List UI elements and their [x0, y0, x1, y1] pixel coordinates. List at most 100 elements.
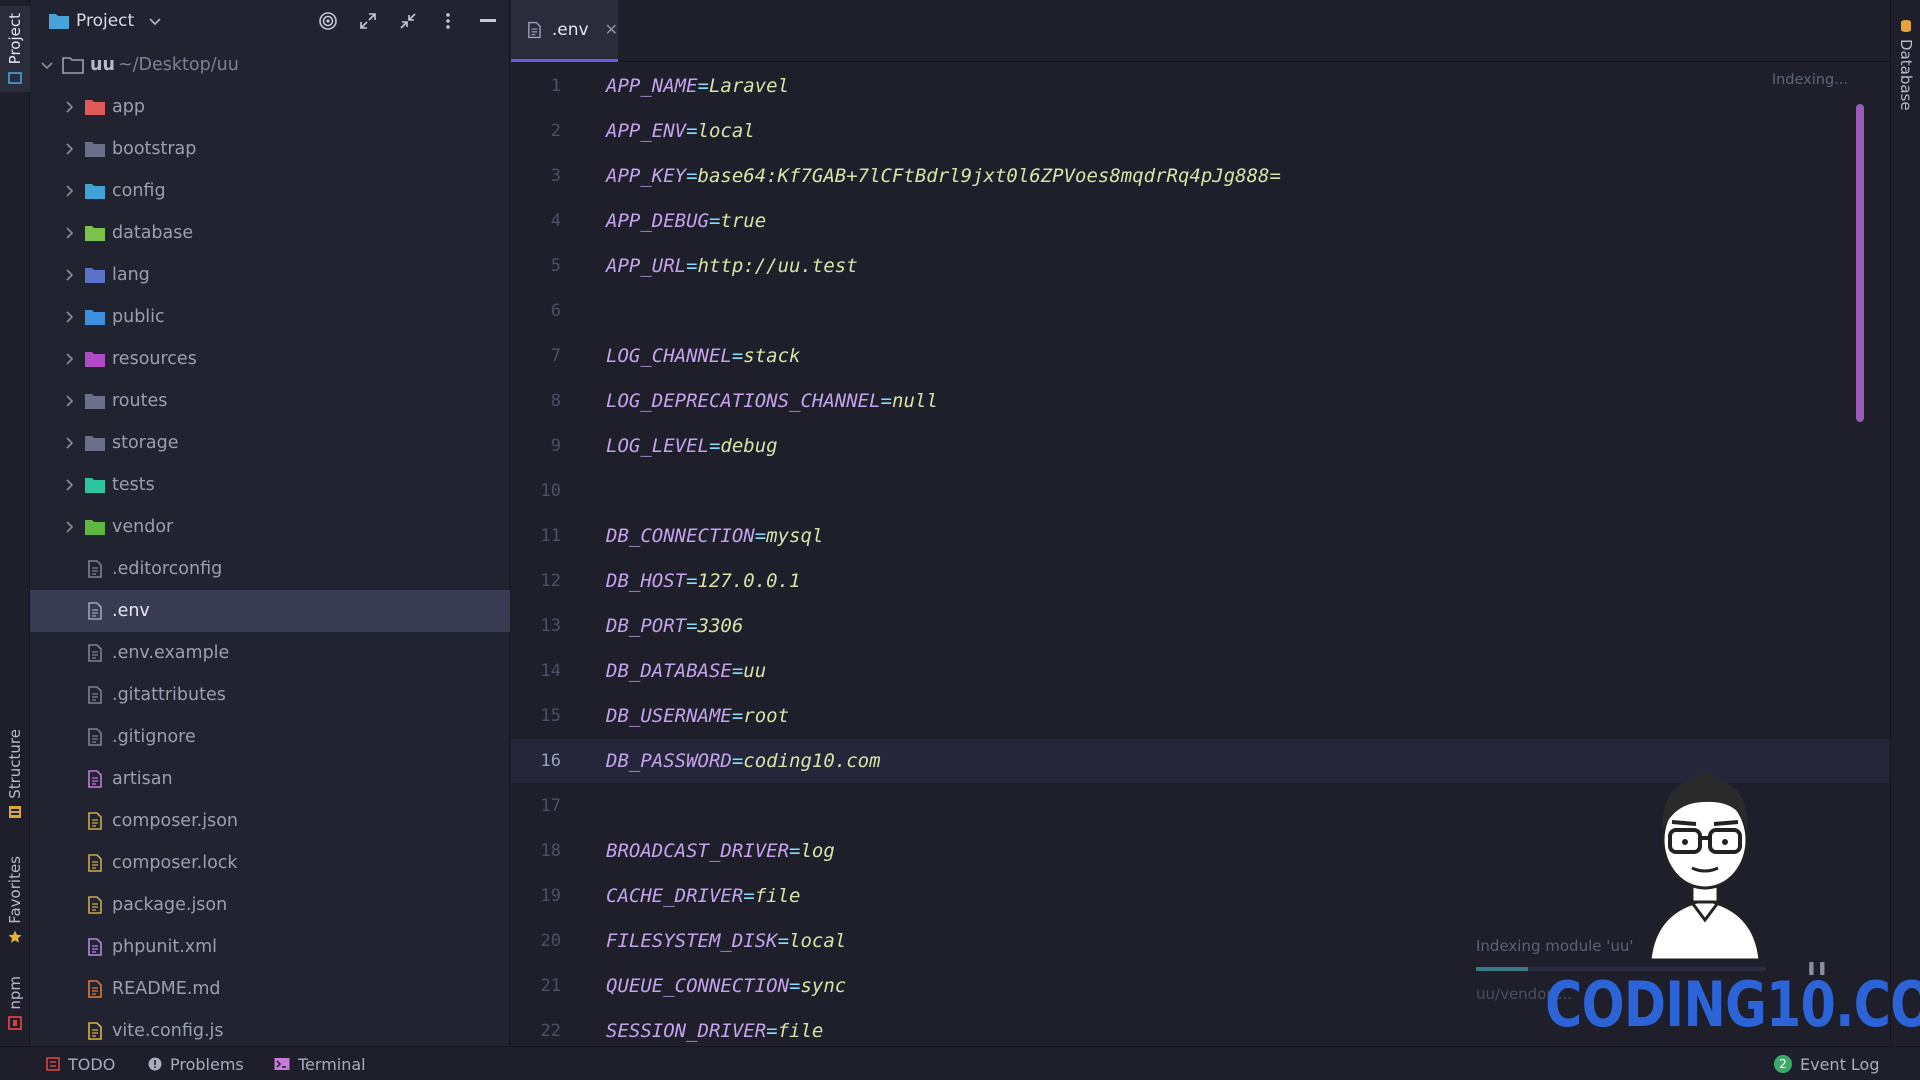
tree-item-bootstrap[interactable]: bootstrap: [30, 128, 510, 170]
code-line[interactable]: 5 APP_URL=http://uu.test: [511, 244, 1889, 288]
tree-item-tests[interactable]: tests: [30, 464, 510, 506]
tree-item-composer-lock[interactable]: composer.lock: [30, 842, 510, 884]
tool-tab-structure[interactable]: Structure: [0, 722, 30, 826]
indexing-progress-fill: [1476, 967, 1529, 971]
line-number: 11: [540, 526, 561, 546]
chevron-right-icon[interactable]: [62, 436, 76, 450]
line-number: 13: [540, 616, 561, 636]
chevron-right-icon[interactable]: [62, 142, 76, 156]
chevron-right-icon[interactable]: [62, 478, 76, 492]
editor-tab-env[interactable]: .env ✕: [511, 0, 618, 62]
file-icon: [88, 644, 102, 662]
env-value: log: [800, 840, 835, 862]
tree-item-dot-env-example[interactable]: .env.example: [30, 632, 510, 674]
bottom-tool-bar: TODO Problems Terminal 2 Event Log: [0, 1046, 1920, 1080]
chevron-right-icon[interactable]: [62, 226, 76, 240]
tree-item-dot-gitignore[interactable]: .gitignore: [30, 716, 510, 758]
tree-item-label: .editorconfig: [112, 559, 223, 579]
code-line[interactable]: 14 DB_DATABASE=uu: [511, 649, 1889, 693]
collapse-all-button[interactable]: [397, 10, 419, 32]
right-tool-strip: Database: [1890, 0, 1920, 1046]
folder-icon: [85, 226, 105, 241]
chevron-right-icon[interactable]: [62, 310, 76, 324]
chevron-right-icon[interactable]: [62, 352, 76, 366]
tree-item-resources[interactable]: resources: [30, 338, 510, 380]
file-icon: [528, 21, 541, 38]
tree-item-phpunit-xml[interactable]: phpunit.xml: [30, 926, 510, 968]
tool-tab-project[interactable]: Project: [0, 6, 30, 92]
code-line[interactable]: 3 APP_KEY=base64:Kf7GAB+7lCFtBdrl9jxt0l6Z…: [511, 154, 1889, 198]
code-line[interactable]: 9 LOG_LEVEL=debug: [511, 424, 1889, 468]
tree-item-app[interactable]: app: [30, 86, 510, 128]
close-icon[interactable]: ✕: [605, 20, 618, 39]
line-number: 9: [550, 436, 561, 456]
code-line[interactable]: 10: [511, 469, 1889, 513]
tree-item-dot-gitattributes[interactable]: .gitattributes: [30, 674, 510, 716]
tool-tab-database[interactable]: Database: [1891, 10, 1920, 120]
tree-item-label: package.json: [112, 895, 228, 915]
env-key: APP_KEY: [606, 165, 687, 187]
tree-item-database[interactable]: database: [30, 212, 510, 254]
chevron-right-icon[interactable]: [62, 184, 76, 198]
file-icon: [88, 560, 102, 578]
env-value: root: [743, 705, 790, 727]
chevron-right-icon[interactable]: [62, 394, 76, 408]
event-log-tab[interactable]: 2 Event Log: [1774, 1047, 1880, 1080]
todo-tab[interactable]: TODO: [46, 1047, 115, 1080]
tool-tab-favorites[interactable]: Favorites: [0, 850, 30, 950]
chevron-right-icon[interactable]: [62, 100, 76, 114]
chevron-right-icon[interactable]: [62, 520, 76, 534]
env-value: null: [892, 390, 938, 412]
tree-item-public[interactable]: public: [30, 296, 510, 338]
tree-item-dot-editorconfig[interactable]: .editorconfig: [30, 548, 510, 590]
tree-item-storage[interactable]: storage: [30, 422, 510, 464]
tool-tab-npm[interactable]: npm: [0, 970, 30, 1036]
file-icon: [88, 980, 102, 998]
hide-panel-button[interactable]: [477, 10, 499, 32]
options-menu-button[interactable]: [437, 10, 459, 32]
tree-item-composer-json[interactable]: composer.json: [30, 800, 510, 842]
env-equals: =: [777, 930, 790, 952]
tree-item-artisan[interactable]: artisan: [30, 758, 510, 800]
chevron-down-icon[interactable]: [148, 14, 162, 28]
env-key: DB_DATABASE: [606, 660, 732, 682]
code-line[interactable]: 13 DB_PORT=3306: [511, 604, 1889, 648]
terminal-tab[interactable]: Terminal: [274, 1047, 366, 1080]
tree-item-label: artisan: [112, 769, 173, 789]
env-key: QUEUE_CONNECTION: [606, 975, 790, 997]
tree-item-package-json[interactable]: package.json: [30, 884, 510, 926]
folder-icon: [85, 184, 105, 199]
tree-item-routes[interactable]: routes: [30, 380, 510, 422]
line-number: 12: [540, 571, 561, 591]
locate-file-button[interactable]: [317, 10, 339, 32]
problems-tab[interactable]: Problems: [148, 1047, 244, 1080]
code-line[interactable]: 4 APP_DEBUG=true: [511, 199, 1889, 243]
env-entry: DB_PASSWORD=coding10.com: [606, 750, 881, 772]
star-icon: [8, 930, 22, 943]
problems-label: Problems: [170, 1054, 244, 1074]
code-line[interactable]: 6: [511, 289, 1889, 333]
tree-item-dot-env[interactable]: .env: [30, 590, 510, 632]
tree-root-uu[interactable]: uu ~/Desktop/uu: [30, 44, 510, 86]
tree-item-config[interactable]: config: [30, 170, 510, 212]
code-line[interactable]: 7 LOG_CHANNEL=stack: [511, 334, 1889, 378]
env-key: FILESYSTEM_DISK: [606, 930, 778, 952]
env-entry: DB_HOST=127.0.0.1: [606, 570, 800, 592]
tree-root-path: ~/Desktop/uu: [118, 55, 239, 75]
tree-item-lang[interactable]: lang: [30, 254, 510, 296]
env-key: DB_CONNECTION: [606, 525, 755, 547]
code-line[interactable]: 15 DB_USERNAME=root: [511, 694, 1889, 738]
file-icon: [88, 854, 102, 872]
env-entry: APP_URL=http://uu.test: [606, 255, 858, 277]
tree-item-readme-md[interactable]: README.md: [30, 968, 510, 1010]
folder-icon: [85, 394, 105, 409]
code-line[interactable]: 8 LOG_DEPRECATIONS_CHANNEL=null: [511, 379, 1889, 423]
code-line[interactable]: 2 APP_ENV=local: [511, 109, 1889, 153]
code-line[interactable]: 11 DB_CONNECTION=mysql: [511, 514, 1889, 558]
expand-all-button[interactable]: [357, 10, 379, 32]
code-line[interactable]: 12 DB_HOST=127.0.0.1: [511, 559, 1889, 603]
chevron-right-icon[interactable]: [62, 268, 76, 282]
tree-item-vendor[interactable]: vendor: [30, 506, 510, 548]
todo-icon: [46, 1057, 60, 1071]
code-line[interactable]: 1 APP_NAME=Laravel: [511, 64, 1889, 108]
